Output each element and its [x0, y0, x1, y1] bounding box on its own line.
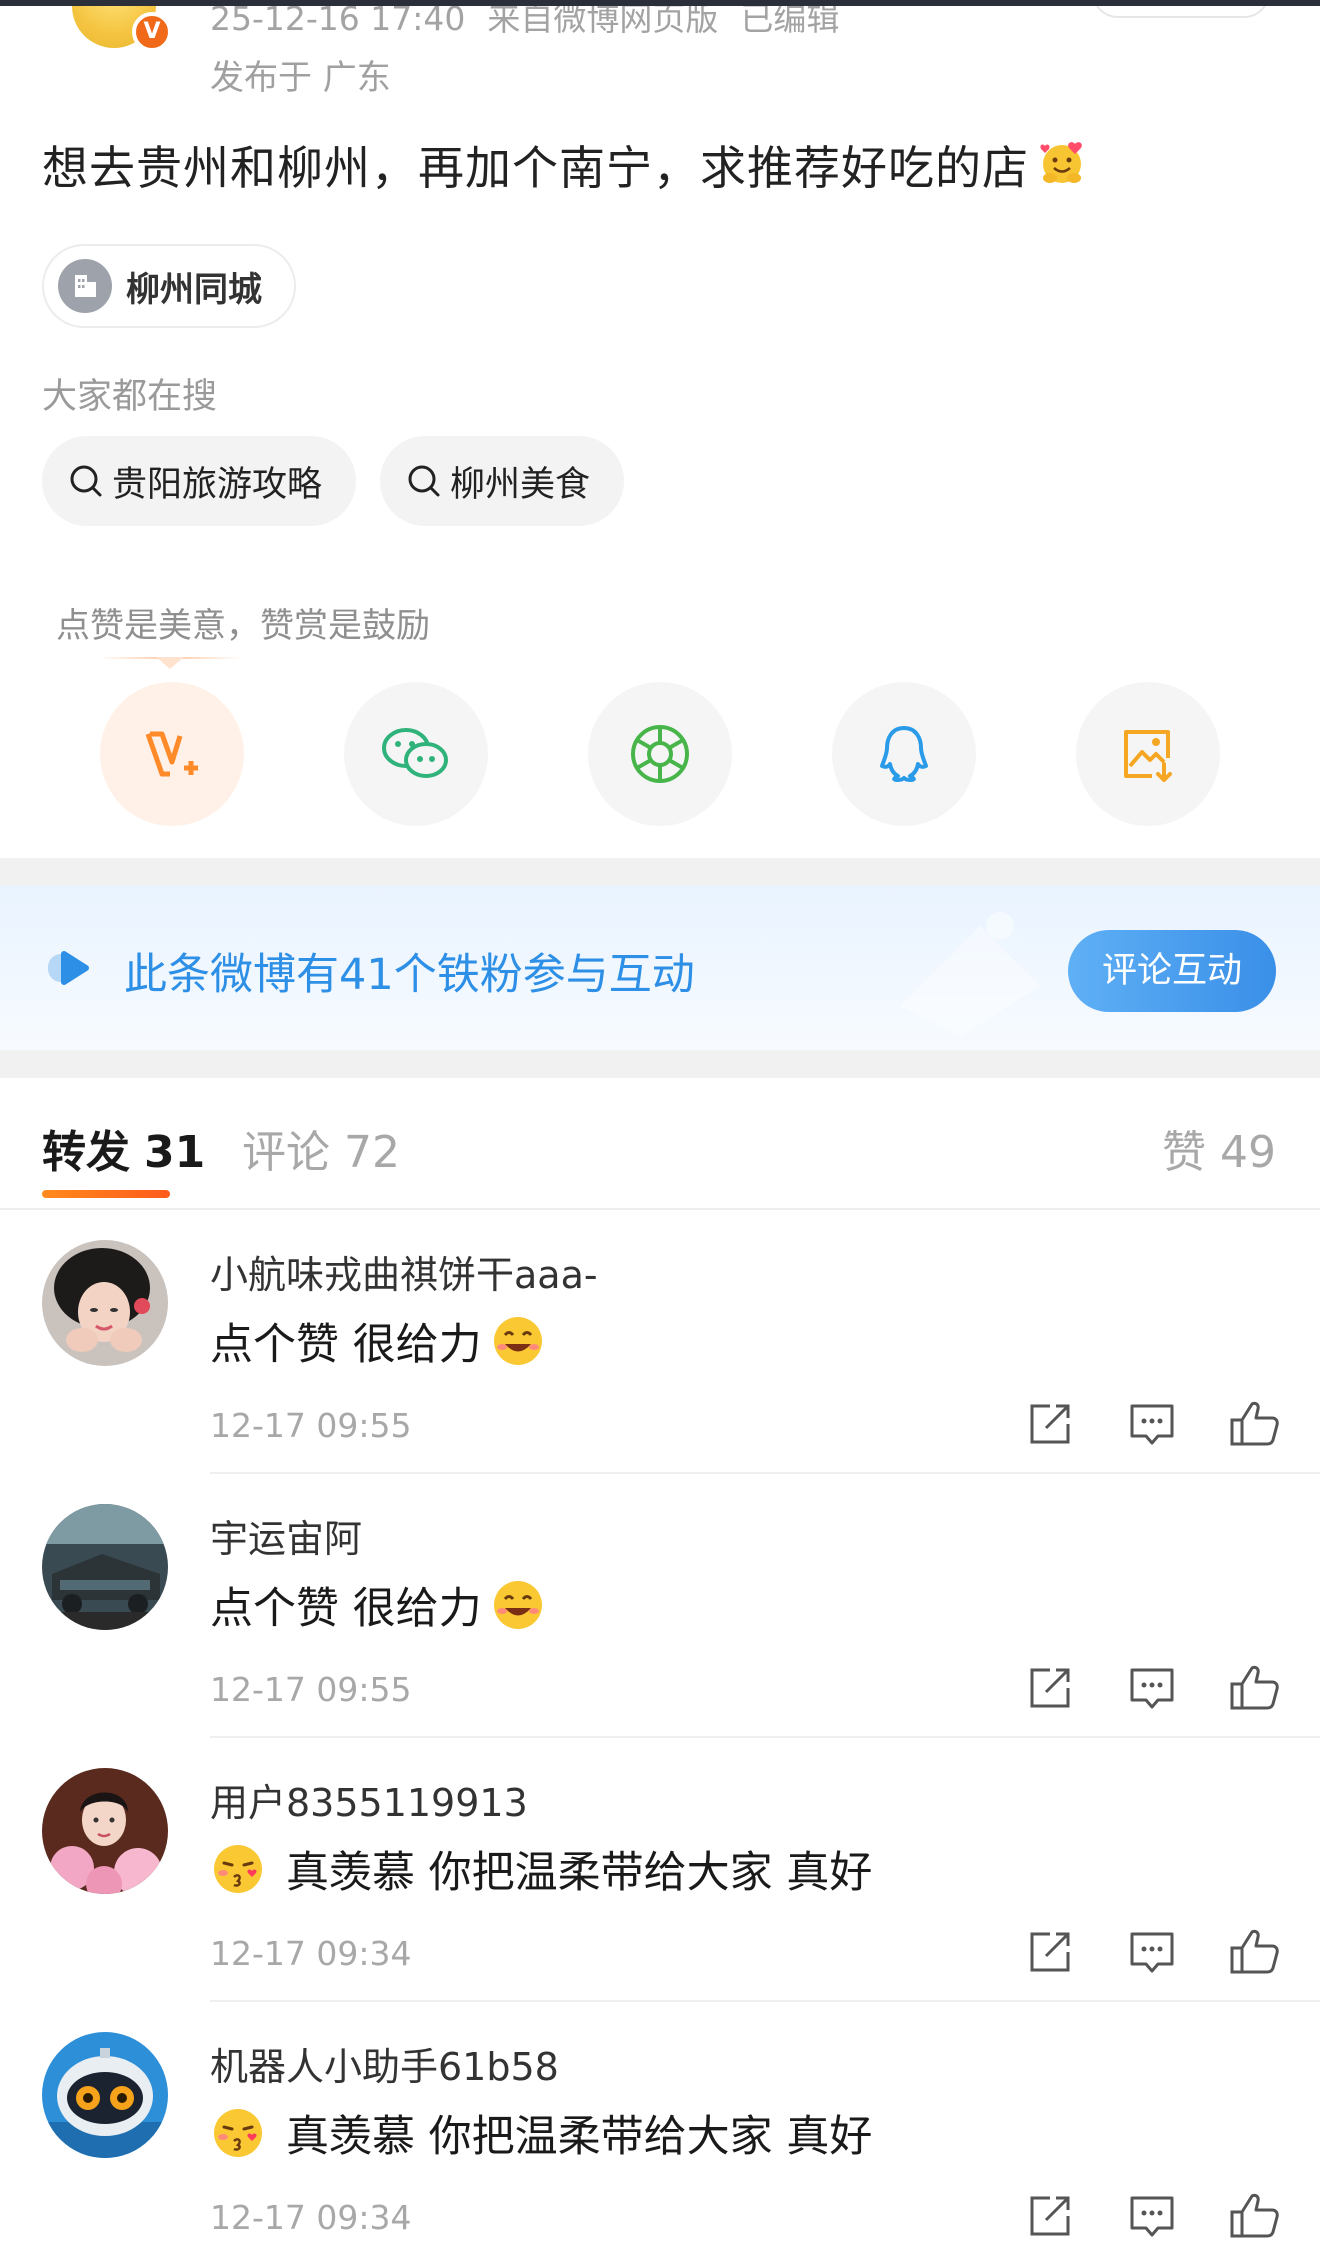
- avatar[interactable]: [42, 1240, 168, 1366]
- moments-icon: [631, 725, 689, 783]
- list-item: 小航味戎曲祺饼干aaa- 点个赞 很给力 12-17 09:55: [0, 1210, 1320, 1474]
- comment-text: 真羡慕 你把温柔带给大家 真好: [210, 1838, 872, 1900]
- search-icon: [408, 465, 440, 497]
- tab-label: 赞: [1162, 1127, 1206, 1178]
- post-detail-sheet: V 25-12-16 17:40 来自微博网页版 已编辑 发布于 广东 想去贵州和柳…: [0, 6, 1320, 2243]
- comment-author[interactable]: 用户8355119913: [210, 1772, 528, 1827]
- repost-icon[interactable]: [1022, 1660, 1078, 1716]
- comment-text: 点个赞 很给力: [210, 1574, 546, 1636]
- post-location: 发布于 广东: [210, 58, 391, 98]
- post-text-content: 想去贵州和柳州，再加个南宁，求推荐好吃的店: [42, 141, 1029, 195]
- list-item: 机器人小助手61b58 真羡慕 你把温柔带给大家 真好 12-17 09:34: [0, 2002, 1320, 2243]
- share-moments-button[interactable]: [588, 682, 732, 826]
- follow-button[interactable]: [1092, 6, 1270, 18]
- like-icon[interactable]: [1226, 1660, 1282, 1716]
- post-meta: 25-12-16 17:40 来自微博网页版 已编辑: [210, 6, 861, 40]
- fan-interaction-banner[interactable]: 此条微博有41个铁粉参与互动 评论互动: [0, 886, 1320, 1050]
- save-image-button[interactable]: [1076, 682, 1220, 826]
- comment-body: 点个赞 很给力: [210, 1584, 482, 1634]
- search-chip-label: 柳州美食: [450, 464, 591, 505]
- comment-time: 12-17 09:34: [210, 1934, 412, 1973]
- qq-icon: [880, 726, 928, 782]
- comment-time: 12-17 09:55: [210, 1406, 412, 1445]
- post-source: 来自微博网页版: [487, 6, 719, 38]
- section-divider: [0, 1050, 1320, 1078]
- engagement-tabs: 转发 31 评论 72 赞 49: [0, 1078, 1320, 1210]
- tab-reposts[interactable]: 转发 31: [42, 1116, 205, 1180]
- comment-time: 12-17 09:34: [210, 2198, 412, 2237]
- building-icon: [58, 259, 112, 313]
- comment-time: 12-17 09:55: [210, 1670, 412, 1709]
- comment-icon[interactable]: [1124, 1396, 1180, 1452]
- comment-body: 点个赞 很给力: [210, 1320, 482, 1370]
- comment-text: 真羡慕 你把温柔带给大家 真好: [210, 2102, 872, 2164]
- avatar[interactable]: [42, 1768, 168, 1894]
- share-qq-button[interactable]: [832, 682, 976, 826]
- tab-label: 评论: [242, 1127, 330, 1178]
- share-row: [100, 682, 1220, 826]
- comment-body: 真羡慕 你把温柔带给大家 真好: [286, 1848, 873, 1898]
- tab-comments[interactable]: 评论 72: [242, 1116, 400, 1180]
- avatar[interactable]: [42, 1504, 168, 1630]
- search-chip-guiyang[interactable]: 贵阳旅游攻略: [42, 436, 357, 526]
- hug-emoji-icon: [1040, 142, 1082, 183]
- v-plus-button[interactable]: [100, 682, 244, 826]
- comment-author[interactable]: 小航味戎曲祺饼干aaa-: [210, 1244, 598, 1299]
- comment-interact-button[interactable]: 评论互动: [1068, 930, 1276, 1012]
- comment-icon[interactable]: [1124, 1924, 1180, 1980]
- tab-label: 转发: [42, 1127, 130, 1178]
- comment-author[interactable]: 机器人小助手61b58: [210, 2036, 559, 2091]
- repost-icon[interactable]: [1022, 1924, 1078, 1980]
- comment-icon[interactable]: [1124, 2188, 1180, 2243]
- wechat-icon: [382, 728, 448, 778]
- search-chip-liuzhou-food[interactable]: 柳州美食: [380, 436, 625, 526]
- trending-search-title: 大家都在搜: [42, 377, 218, 417]
- avatar[interactable]: [42, 2032, 168, 2158]
- banner-decoration-icon: [900, 912, 1040, 1036]
- search-icon: [70, 465, 102, 497]
- topic-label: 柳州同城: [126, 269, 262, 310]
- hint-caret-icon: [156, 657, 184, 669]
- like-icon[interactable]: [1226, 2188, 1282, 2243]
- tab-count: 31: [144, 1127, 206, 1178]
- tab-likes[interactable]: 赞 49: [1162, 1116, 1276, 1180]
- post-time: 25-12-16 17:40: [210, 6, 466, 38]
- comment-actions: [1022, 1660, 1282, 1716]
- topic-chip[interactable]: 柳州同城: [42, 244, 296, 328]
- like-icon[interactable]: [1226, 1924, 1282, 1980]
- verified-badge-icon: V: [132, 12, 172, 52]
- kiss-emoji-icon: [214, 2109, 262, 2157]
- comment-author[interactable]: 宇运宙阿: [210, 1508, 362, 1563]
- smile-emoji-icon: [493, 1581, 542, 1629]
- repost-icon[interactable]: [1022, 2188, 1078, 2243]
- comment-actions: [1022, 1924, 1282, 1980]
- comment-actions: [1022, 1396, 1282, 1452]
- kiss-emoji-icon: [214, 1845, 262, 1893]
- list-item: 用户8355119913 真羡慕 你把温柔带给大家 真好 12-17 09:34: [0, 1738, 1320, 2002]
- comment-text: 点个赞 很给力: [210, 1310, 546, 1372]
- active-tab-indicator: [42, 1190, 170, 1198]
- post-edited: 已编辑: [740, 6, 840, 38]
- list-item: 宇运宙阿 点个赞 很给力 12-17 09:55: [0, 1474, 1320, 1738]
- smile-emoji-icon: [493, 1317, 542, 1365]
- tab-count: 49: [1220, 1127, 1276, 1178]
- comment-actions: [1022, 2188, 1282, 2243]
- post-text: 想去贵州和柳州，再加个南宁，求推荐好吃的店: [42, 132, 1089, 198]
- save-image-icon: [1124, 730, 1172, 782]
- like-icon[interactable]: [1226, 1396, 1282, 1452]
- share-wechat-button[interactable]: [344, 682, 488, 826]
- fan-badge-icon: [48, 951, 89, 985]
- repost-icon[interactable]: [1022, 1396, 1078, 1452]
- tab-count: 72: [344, 1127, 400, 1178]
- search-chip-label: 贵阳旅游攻略: [112, 464, 323, 505]
- trending-search-list: 贵阳旅游攻略 柳州美食: [42, 436, 625, 526]
- reward-hint: 点赞是美意，赞赏是鼓励: [56, 606, 430, 646]
- section-divider: [0, 858, 1320, 886]
- v-plus-icon: [145, 731, 198, 777]
- comment-body: 真羡慕 你把温柔带给大家 真好: [286, 2112, 873, 2162]
- comment-icon[interactable]: [1124, 1660, 1180, 1716]
- fan-banner-text: 此条微博有41个铁粉参与互动: [124, 950, 695, 1000]
